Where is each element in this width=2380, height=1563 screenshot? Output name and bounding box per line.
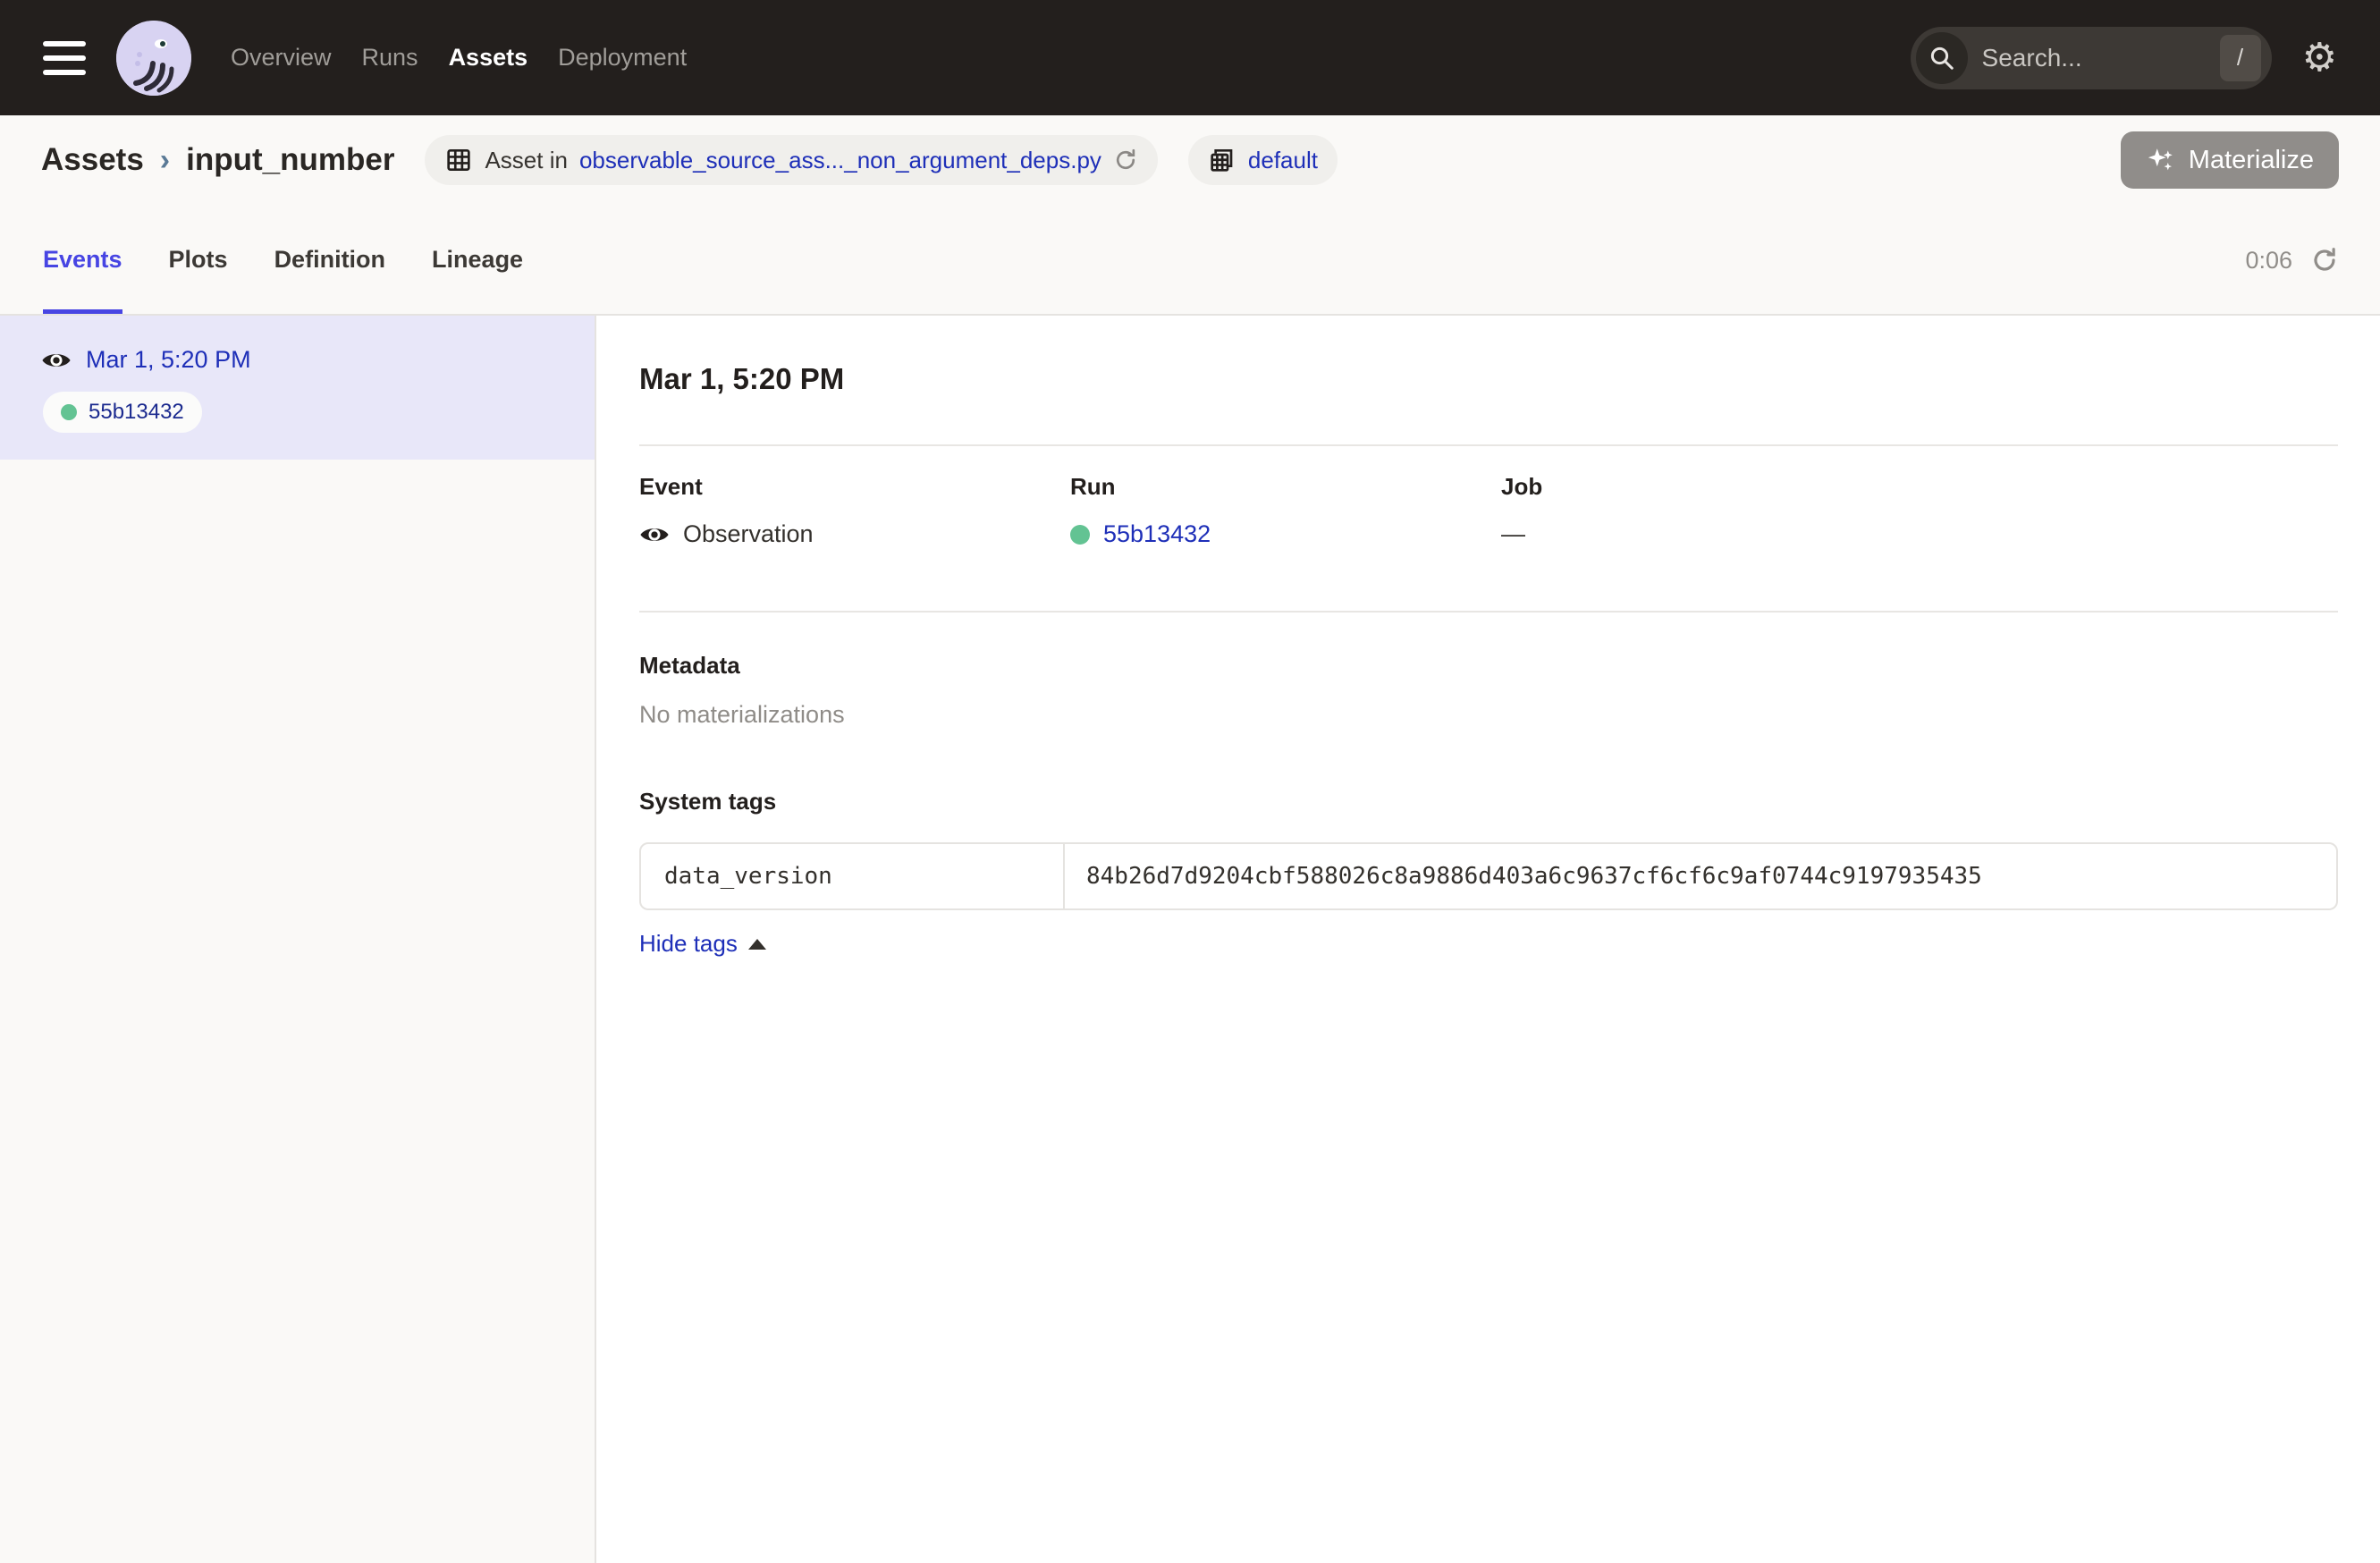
event-list-sidebar: Mar 1, 5:20 PM 55b13432 bbox=[0, 316, 596, 1563]
run-status-dot bbox=[1070, 525, 1090, 545]
no-materializations-text: No materializations bbox=[639, 701, 2338, 729]
top-navigation: Overview Runs Assets Deployment / ⚙ bbox=[0, 0, 2380, 115]
search-icon bbox=[1916, 32, 1968, 84]
materialize-button[interactable]: Materialize bbox=[2121, 131, 2339, 189]
job-column-label: Job bbox=[1501, 473, 2338, 501]
system-tags-heading: System tags bbox=[639, 788, 2338, 815]
asset-in-label: Asset in bbox=[485, 147, 568, 174]
event-detail-title: Mar 1, 5:20 PM bbox=[639, 362, 2338, 396]
asset-file-link[interactable]: observable_source_ass..._non_argument_de… bbox=[579, 147, 1101, 174]
tag-key-cell: data_version bbox=[641, 844, 1065, 908]
asset-tabs: Events Plots Definition Lineage 0:06 bbox=[0, 244, 2380, 314]
group-default-link[interactable]: default bbox=[1248, 147, 1318, 174]
materialize-label: Materialize bbox=[2189, 146, 2314, 175]
hide-tags-label: Hide tags bbox=[639, 930, 738, 958]
tab-plots[interactable]: Plots bbox=[169, 244, 228, 314]
tab-definition[interactable]: Definition bbox=[274, 244, 385, 314]
event-column: Event Observation bbox=[639, 473, 1070, 548]
metadata-heading: Metadata bbox=[639, 652, 2338, 680]
system-tags-table: data_version 84b26d7d9204cbf588026c8a988… bbox=[639, 842, 2338, 910]
refresh-countdown: 0:06 bbox=[2245, 247, 2292, 275]
eye-icon bbox=[639, 524, 670, 545]
page-title: input_number bbox=[186, 142, 394, 178]
search-shortcut-badge: / bbox=[2220, 35, 2261, 81]
asset-page-header: Assets › input_number Asset in observabl… bbox=[0, 115, 2380, 316]
table-grid-icon bbox=[444, 146, 473, 174]
settings-gear-icon[interactable]: ⚙ bbox=[2302, 38, 2337, 78]
nav-item-overview[interactable]: Overview bbox=[231, 44, 332, 72]
nav-item-assets[interactable]: Assets bbox=[449, 44, 528, 72]
eye-icon bbox=[41, 350, 72, 371]
tab-lineage[interactable]: Lineage bbox=[432, 244, 523, 314]
menu-icon[interactable] bbox=[43, 41, 86, 75]
event-time-link[interactable]: Mar 1, 5:20 PM bbox=[86, 346, 251, 374]
breadcrumb-assets[interactable]: Assets bbox=[41, 142, 144, 178]
tag-value-cell: 84b26d7d9204cbf588026c8a9886d403a6c9637c… bbox=[1065, 844, 2336, 908]
tab-events[interactable]: Events bbox=[43, 244, 122, 314]
asset-definition-pill[interactable]: Asset in observable_source_ass..._non_ar… bbox=[425, 135, 1157, 185]
run-column: Run 55b13432 bbox=[1070, 473, 1501, 548]
event-type-value: Observation bbox=[683, 520, 814, 548]
hide-tags-link[interactable]: Hide tags bbox=[639, 930, 2338, 958]
asset-group-pill[interactable]: default bbox=[1188, 135, 1338, 185]
run-column-label: Run bbox=[1070, 473, 1501, 501]
job-column: Job — bbox=[1501, 473, 2338, 548]
search-box[interactable]: / bbox=[1911, 27, 2272, 89]
nav-item-runs[interactable]: Runs bbox=[362, 44, 418, 72]
run-id-label: 55b13432 bbox=[89, 400, 184, 425]
search-input[interactable] bbox=[1982, 44, 2220, 72]
job-value: — bbox=[1501, 520, 1525, 548]
event-column-label: Event bbox=[639, 473, 1070, 501]
breadcrumb-chevron-icon: › bbox=[160, 143, 170, 178]
event-list-item[interactable]: Mar 1, 5:20 PM 55b13432 bbox=[0, 316, 595, 460]
nav-item-deployment[interactable]: Deployment bbox=[558, 44, 687, 72]
run-id-link[interactable]: 55b13432 bbox=[1103, 520, 1211, 548]
asset-group-icon bbox=[1208, 146, 1236, 174]
run-id-chip[interactable]: 55b13432 bbox=[43, 392, 202, 433]
primary-nav: Overview Runs Assets Deployment bbox=[231, 44, 687, 72]
refresh-icon[interactable] bbox=[2310, 246, 2339, 275]
sparkle-icon bbox=[2146, 145, 2176, 175]
event-detail-panel: Mar 1, 5:20 PM Event Observation bbox=[596, 316, 2380, 1563]
caret-up-icon bbox=[748, 939, 766, 950]
run-status-dot bbox=[61, 404, 77, 420]
reload-icon[interactable] bbox=[1113, 148, 1138, 173]
dagster-logo-icon[interactable] bbox=[116, 21, 191, 96]
